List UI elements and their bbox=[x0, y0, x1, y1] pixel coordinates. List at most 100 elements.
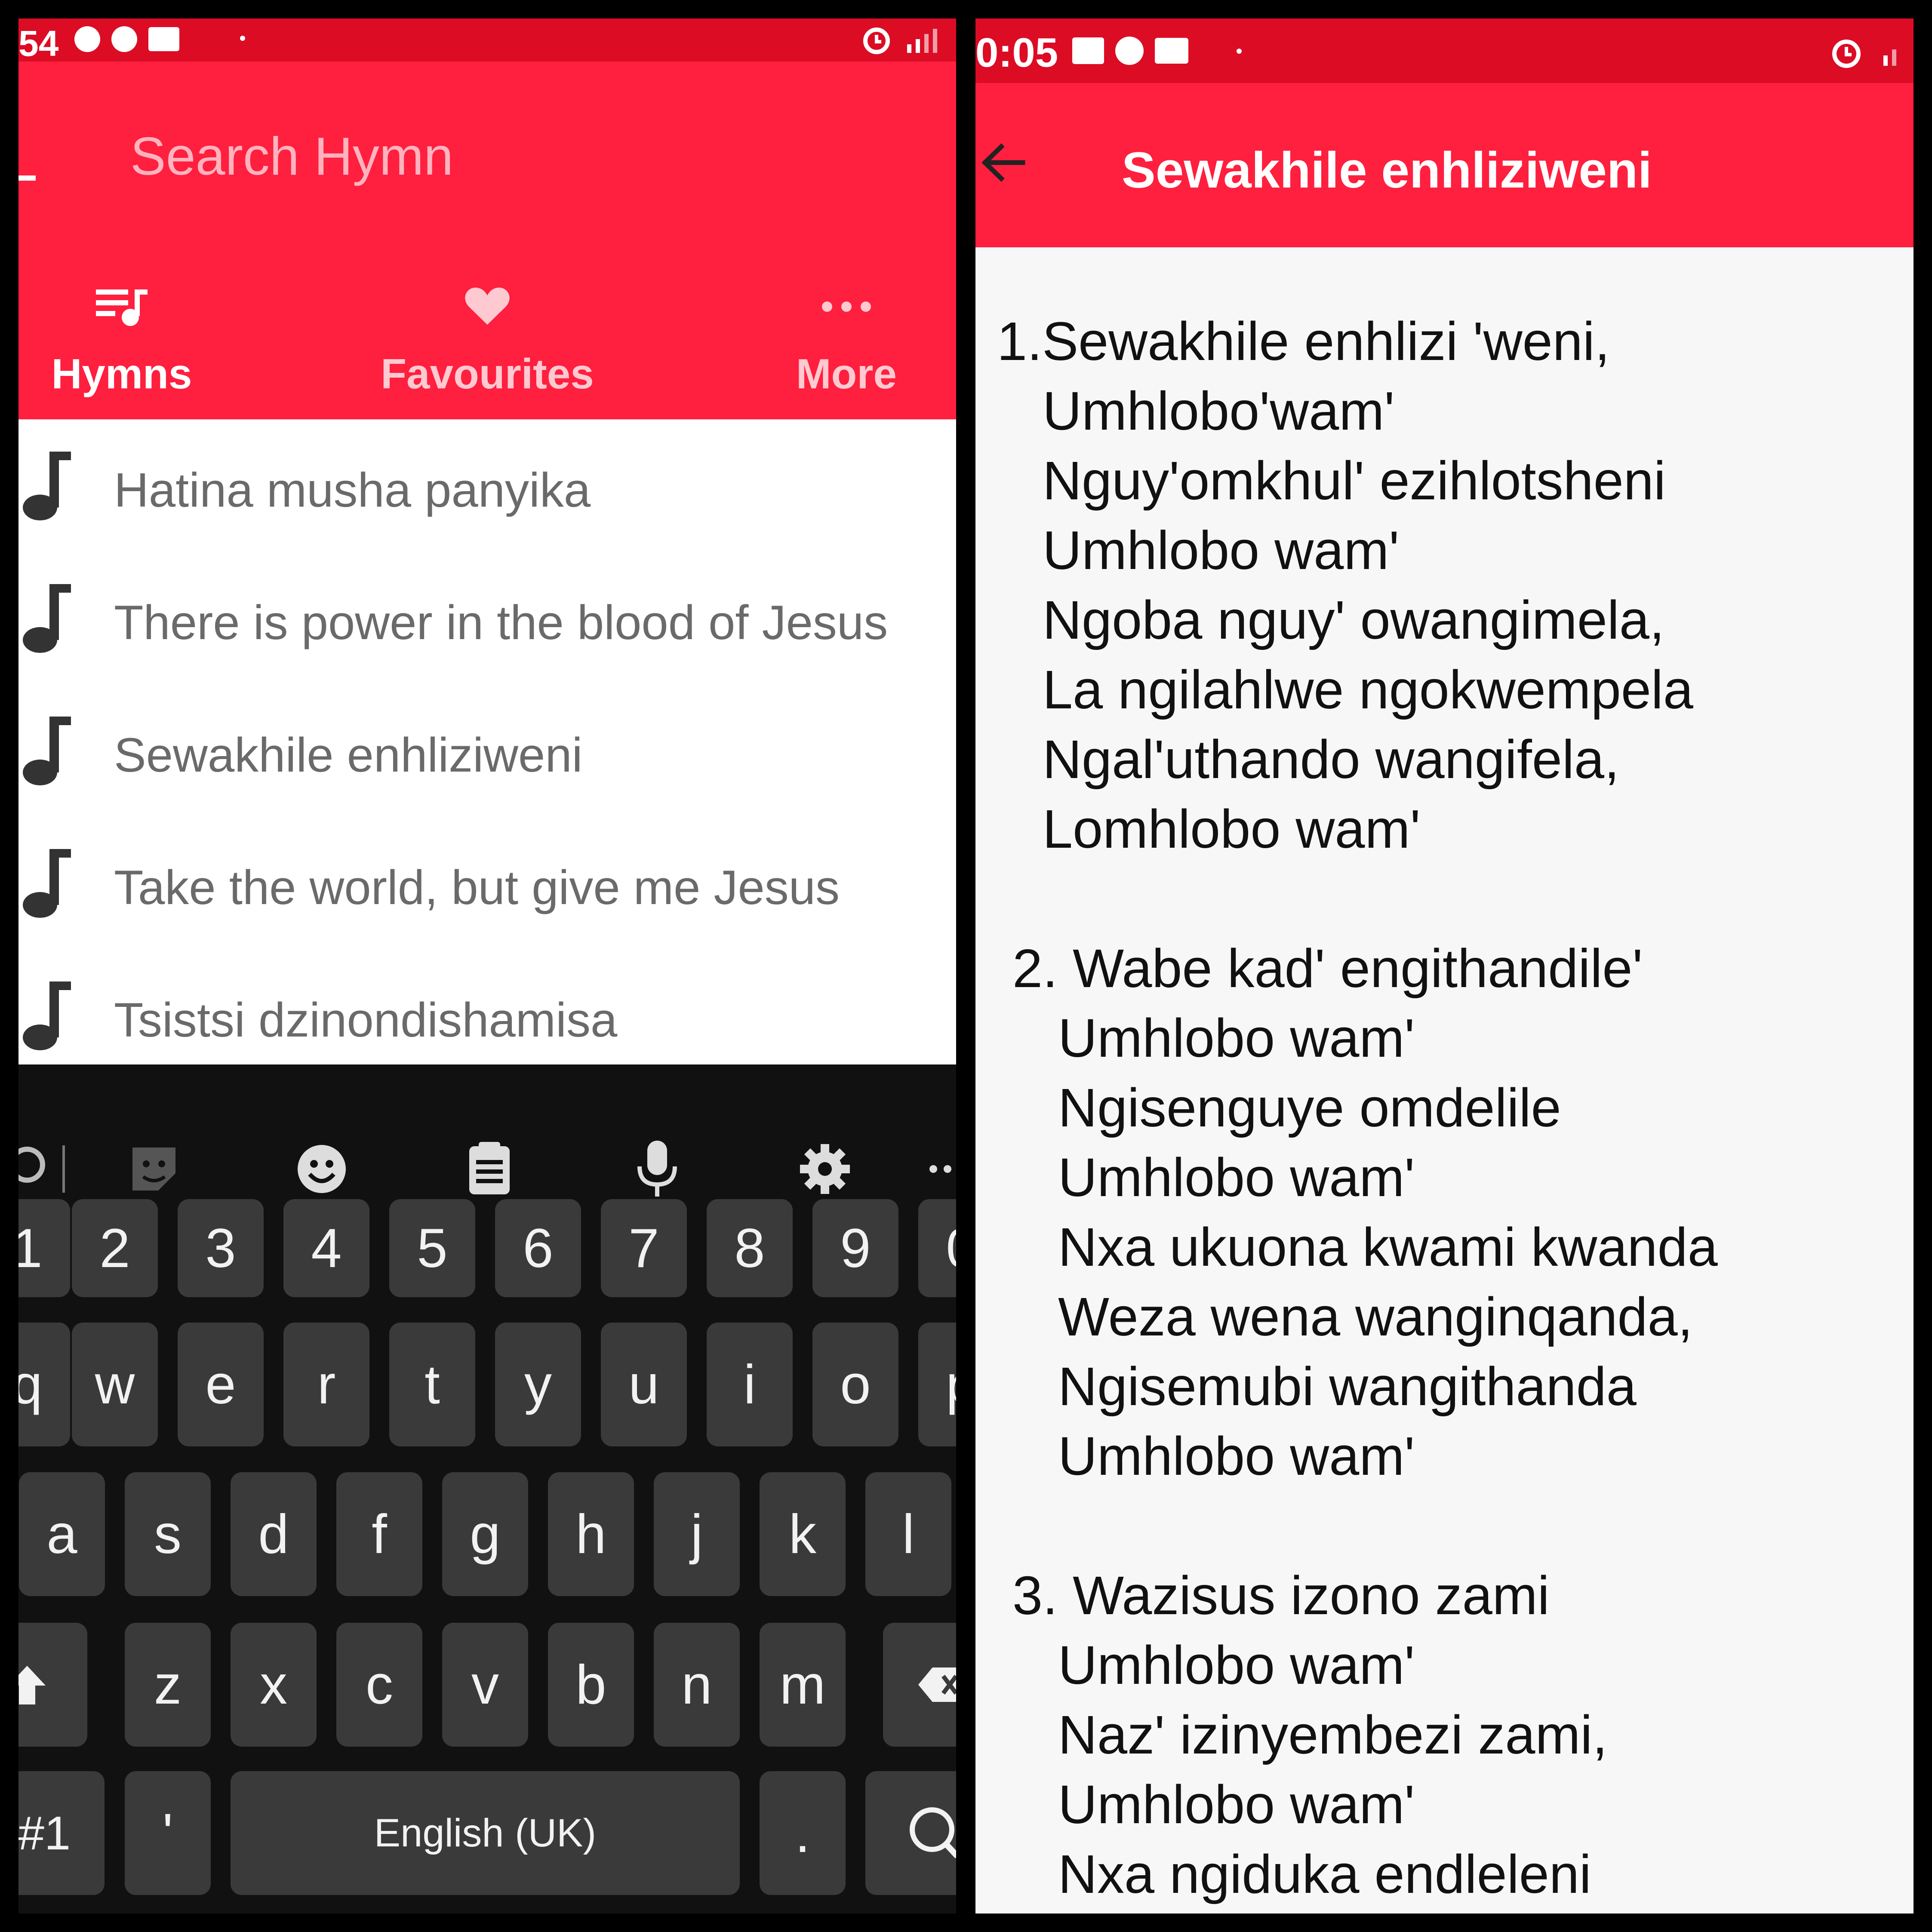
key[interactable]: 5 bbox=[389, 1199, 475, 1297]
mic-icon[interactable] bbox=[629, 1137, 685, 1201]
lyric-line: Umhlobo'wam' bbox=[1043, 381, 1395, 441]
status-bar: 54 bbox=[18, 18, 956, 64]
shift-key[interactable] bbox=[18, 1623, 87, 1747]
more-horiz-icon bbox=[822, 301, 871, 312]
key[interactable]: l bbox=[865, 1472, 951, 1596]
emoji-icon[interactable] bbox=[294, 1137, 350, 1201]
key[interactable]: 3 bbox=[178, 1199, 264, 1297]
key[interactable]: x bbox=[231, 1623, 317, 1747]
apostrophe-key[interactable]: ' bbox=[125, 1771, 211, 1895]
clipboard-icon[interactable] bbox=[461, 1137, 517, 1201]
key[interactable]: w bbox=[72, 1323, 158, 1446]
hymn-list-item[interactable]: There is power in the blood of Jesus bbox=[18, 552, 956, 684]
tab-hymns[interactable]: Hymns bbox=[18, 225, 242, 410]
space-key[interactable]: English (UK) bbox=[231, 1771, 740, 1895]
sticker-icon[interactable] bbox=[126, 1137, 182, 1201]
key[interactable]: k bbox=[760, 1472, 846, 1596]
key[interactable]: g bbox=[442, 1472, 528, 1596]
key[interactable]: a bbox=[19, 1472, 105, 1596]
notification-dot-icon bbox=[240, 36, 245, 41]
key[interactable]: v bbox=[442, 1623, 528, 1747]
lyric-line: Ngoba nguy' owangimela, bbox=[1043, 590, 1664, 650]
alarm-icon bbox=[863, 28, 890, 54]
key[interactable]: q bbox=[18, 1323, 70, 1446]
hymn-title: Sewakhile enhliziweni bbox=[114, 728, 583, 782]
status-time: 0:05 bbox=[975, 30, 1058, 76]
key[interactable]: t bbox=[389, 1323, 475, 1446]
key[interactable]: o bbox=[812, 1323, 898, 1446]
music-note-icon bbox=[23, 452, 71, 520]
settings-icon[interactable] bbox=[797, 1137, 853, 1201]
key[interactable]: s bbox=[125, 1472, 211, 1596]
key[interactable]: r bbox=[283, 1323, 369, 1446]
lyric-line: Umhlobo wam' bbox=[1058, 1147, 1415, 1208]
key[interactable]: 1 bbox=[18, 1199, 70, 1297]
key[interactable]: i bbox=[707, 1323, 793, 1446]
key[interactable]: 0 bbox=[918, 1199, 956, 1297]
key[interactable]: 4 bbox=[283, 1199, 369, 1297]
period-key[interactable]: . bbox=[760, 1771, 846, 1895]
key[interactable]: 7 bbox=[601, 1199, 687, 1297]
hymn-list-item[interactable]: Hatina musha panyika bbox=[18, 419, 956, 552]
search-icon bbox=[910, 1807, 956, 1858]
key[interactable]: h bbox=[548, 1472, 634, 1596]
signal-icon bbox=[907, 29, 937, 53]
key[interactable]: p bbox=[918, 1323, 956, 1446]
lyric-line: Nxa ngiduka endleleni bbox=[1058, 1844, 1591, 1904]
key[interactable]: b bbox=[548, 1623, 634, 1747]
aperture-icon bbox=[1115, 37, 1144, 65]
search-input[interactable]: Search Hymn bbox=[130, 126, 453, 187]
hymn-list-screen: 54 Search Hymn Hymns Favourites More Hat… bbox=[18, 18, 956, 1914]
key[interactable]: n bbox=[654, 1623, 740, 1747]
lyric-line: Weza wena wanginqanda, bbox=[1058, 1286, 1693, 1347]
verse-number: 3. bbox=[1012, 1565, 1058, 1626]
key[interactable]: 6 bbox=[495, 1199, 581, 1297]
key[interactable]: 8 bbox=[707, 1199, 793, 1297]
more-icon[interactable] bbox=[928, 1137, 956, 1201]
key[interactable]: 2 bbox=[72, 1199, 158, 1297]
key[interactable]: y bbox=[495, 1323, 581, 1446]
verse: 2. Wabe kad' engithandile' bbox=[997, 934, 1718, 1003]
alarm-icon bbox=[1832, 40, 1861, 68]
hymn-title: Hatina musha panyika bbox=[114, 463, 591, 517]
verse-number: 2. bbox=[1012, 938, 1058, 999]
key[interactable]: d bbox=[231, 1472, 317, 1596]
back-arrow-icon[interactable] bbox=[18, 175, 36, 181]
key[interactable]: f bbox=[336, 1472, 422, 1596]
key[interactable]: j bbox=[654, 1472, 740, 1596]
lyric-line: Naz' izinyembezi zami, bbox=[1058, 1704, 1608, 1765]
notification-dot-icon bbox=[1237, 49, 1242, 54]
hymn-title: There is power in the blood of Jesus bbox=[114, 596, 888, 649]
tab-more[interactable]: More bbox=[726, 225, 956, 410]
hymn-detail-screen: 0:05 Sewakhile enhliziweni 1.Sewakhile e… bbox=[975, 18, 1914, 1914]
key[interactable]: e bbox=[178, 1323, 264, 1446]
backspace-key[interactable] bbox=[883, 1623, 956, 1747]
key[interactable]: 9 bbox=[812, 1199, 898, 1297]
search-icon[interactable] bbox=[18, 1137, 66, 1201]
back-arrow-icon[interactable] bbox=[980, 139, 1027, 186]
lyric-line: Umhlobo wam' bbox=[1058, 1426, 1415, 1486]
key[interactable]: z bbox=[125, 1623, 211, 1747]
lyric-line: Umhlobo wam' bbox=[1058, 1635, 1415, 1695]
key[interactable]: m bbox=[760, 1623, 846, 1747]
hymn-list-item[interactable]: Tsistsi dzinondishamisa bbox=[18, 949, 956, 1082]
lyric-line: Nguy'omkhul' ezihlotsheni bbox=[1043, 450, 1666, 511]
music-note-icon bbox=[23, 717, 71, 785]
signal-icon bbox=[1883, 49, 1896, 66]
key[interactable]: c bbox=[336, 1623, 422, 1747]
folder-icon bbox=[148, 27, 179, 51]
search-key[interactable] bbox=[865, 1771, 956, 1895]
tab-label-favourites: Favourites bbox=[381, 350, 594, 397]
tab-favourites[interactable]: Favourites bbox=[367, 225, 608, 410]
lyric-line: Wazisus izono zami bbox=[1073, 1565, 1550, 1626]
lyrics: 1.Sewakhile enhlizi 'weni, Umhlobo'wam' Ng… bbox=[997, 307, 1718, 1909]
key[interactable]: u bbox=[601, 1323, 687, 1446]
hymn-list-item[interactable]: Take the world, but give me Jesus bbox=[18, 817, 956, 949]
lyric-line: Lomhlobo wam' bbox=[1043, 799, 1421, 859]
hymn-title: Tsistsi dzinondishamisa bbox=[114, 993, 618, 1047]
hymn-title: Take the world, but give me Jesus bbox=[114, 861, 840, 914]
hymn-title: Sewakhile enhliziweni bbox=[1122, 142, 1652, 199]
symbols-key[interactable]: #1 bbox=[18, 1771, 105, 1895]
verse: 3. Wazisus izono zami bbox=[997, 1561, 1718, 1631]
hymn-list-item[interactable]: Sewakhile enhliziweni bbox=[18, 684, 956, 817]
